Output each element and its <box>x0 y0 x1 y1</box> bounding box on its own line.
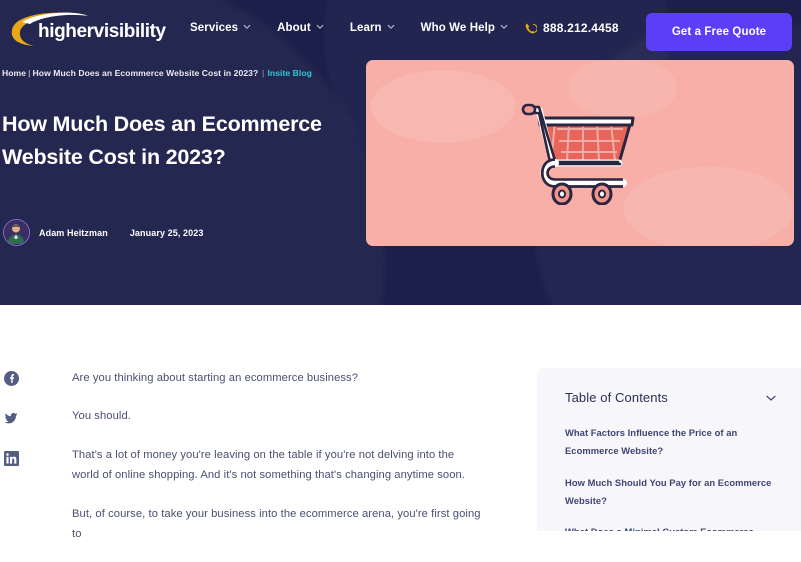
twitter-icon[interactable] <box>4 411 19 426</box>
phone-number: 888.212.4458 <box>543 21 619 35</box>
breadcrumb-current: How Much Does an Ecommerce Website Cost … <box>32 68 259 78</box>
chevron-down-icon[interactable] <box>765 392 777 404</box>
highervisibility-logo[interactable]: highervisibility <box>8 10 168 48</box>
nav-item-label: About <box>277 22 311 34</box>
chevron-down-icon <box>316 23 324 31</box>
breadcrumb-blog-link-wrap: | Insite Blog <box>262 66 322 81</box>
get-a-free-quote-button[interactable]: Get a Free Quote <box>646 13 792 51</box>
toc-link[interactable]: What Factors Influence the Price of an E… <box>565 424 777 461</box>
hero-image <box>366 60 794 246</box>
page-title: How Much Does an Ecommerce Website Cost … <box>2 112 322 169</box>
nav-item-label: Who We Help <box>420 22 496 34</box>
article-byline: Adam Heitzman January 25, 2023 <box>3 219 203 246</box>
nav-item-label: Learn <box>349 22 382 34</box>
article-body: Are you thinking about starting an ecomm… <box>72 368 484 562</box>
chevron-down-icon <box>387 23 395 31</box>
linkedin-icon[interactable] <box>4 451 19 466</box>
toc-link[interactable]: How Much Should You Pay for an Ecommerce… <box>565 474 777 511</box>
main-navigation: highervisibility Services About Learn Wh… <box>0 0 801 58</box>
toc-title: Table of Contents <box>565 390 668 405</box>
table-of-contents: Table of Contents What Factors Influence… <box>537 368 801 531</box>
shopping-cart-illustration <box>519 101 641 205</box>
author-name: Adam Heitzman <box>39 227 108 238</box>
chevron-down-icon <box>500 23 508 31</box>
nav-links: Services About Learn Who We Help <box>190 22 534 34</box>
hero-section: highervisibility Services About Learn Wh… <box>0 0 801 305</box>
nav-item-who-we-help[interactable]: Who We Help <box>421 22 508 34</box>
nav-item-learn[interactable]: Learn <box>350 22 395 34</box>
nav-item-services[interactable]: Services <box>190 22 251 34</box>
article-paragraph: Are you thinking about starting an ecomm… <box>72 372 359 384</box>
breadcrumb-insite-blog-link[interactable]: Insite Blog <box>267 68 311 78</box>
publish-date: January 25, 2023 <box>129 227 204 238</box>
article-paragraph: That's a lot of money you're leaving on … <box>72 448 465 482</box>
svg-text:highervisibility: highervisibility <box>38 21 167 42</box>
chevron-down-icon <box>243 23 251 31</box>
phone-link[interactable]: 888.212.4458 <box>524 21 619 35</box>
nav-item-label: Services <box>190 22 239 34</box>
breadcrumb: Home | How Much Does an Ecommerce Website … <box>2 66 302 81</box>
nav-item-about[interactable]: About <box>277 22 324 34</box>
breadcrumb-home[interactable]: Home <box>2 68 26 78</box>
toc-link[interactable]: What Does a Minimal Custom Ecommerce Web… <box>565 523 777 531</box>
author-avatar[interactable] <box>3 219 30 246</box>
phone-icon <box>524 22 538 35</box>
toc-header[interactable]: Table of Contents <box>565 390 777 405</box>
social-share-bar <box>4 371 28 491</box>
article-paragraph: But, of course, to take your business in… <box>72 507 481 540</box>
facebook-icon[interactable] <box>4 371 19 386</box>
article-paragraph: You should. <box>72 410 131 423</box>
